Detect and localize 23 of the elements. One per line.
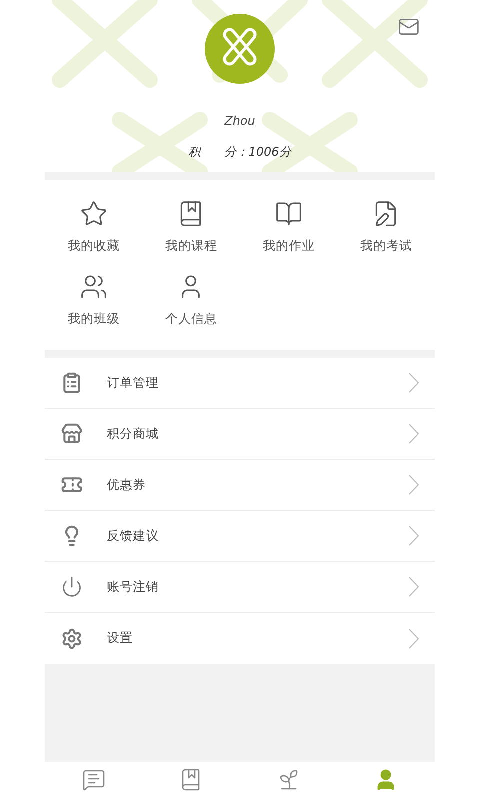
shortcut-item[interactable]: 我的课程 [142, 200, 240, 255]
shortcut-item[interactable]: 个人信息 [142, 273, 240, 328]
shortcut-item[interactable]: 我的收藏 [45, 200, 142, 255]
chevron-icon [409, 577, 419, 597]
chevron-icon [409, 424, 419, 444]
mail-icon[interactable] [398, 16, 420, 38]
settings-icon [61, 628, 83, 650]
logo-icon [204, 14, 275, 84]
power-icon [61, 576, 83, 598]
shortcut-item[interactable]: 我的考试 [338, 200, 435, 255]
clipboard-icon [61, 372, 83, 394]
user-name: Zhou [224, 114, 256, 128]
shortcut-item[interactable]: 我的作业 [240, 200, 338, 255]
open-book-icon [274, 200, 303, 228]
chevron-icon [409, 475, 419, 495]
points-text: 积 分：1006分 [188, 144, 292, 161]
chevron-icon [409, 526, 419, 546]
star-icon [80, 200, 108, 228]
chevron-icon [409, 628, 419, 648]
group-icon [80, 273, 108, 301]
store-icon [61, 423, 83, 445]
shortcut-item[interactable]: 我的班级 [45, 273, 142, 328]
chevron-icon [409, 373, 419, 393]
